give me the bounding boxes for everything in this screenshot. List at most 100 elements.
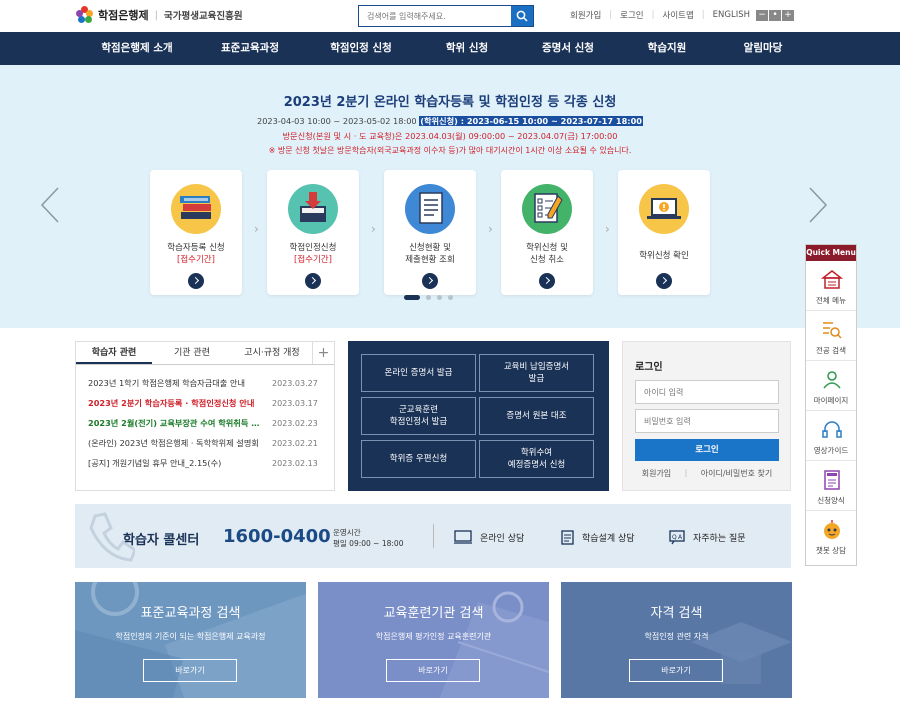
card-learner-registration[interactable]: 학습자등록 신청 [접수기간]	[150, 170, 242, 295]
quick-all-menu[interactable]: 전체 메뉴	[806, 261, 856, 311]
zoom-controls: − • +	[756, 9, 795, 21]
find-account-link[interactable]: 아이디/비밀번호 찾기	[701, 468, 772, 479]
login-title: 로그인	[635, 362, 663, 373]
slider-dot[interactable]	[437, 295, 442, 300]
english-link[interactable]: ENGLISH	[713, 10, 750, 20]
diploma-mail-button[interactable]: 학위증 우편신청	[361, 440, 476, 478]
password-input[interactable]	[635, 409, 779, 433]
faq-link[interactable]: QA 자주하는 질문	[669, 530, 746, 545]
nav-item-degree[interactable]: 학위 신청	[417, 32, 517, 65]
call-center-number: 1600-0400	[223, 526, 331, 547]
card-label-line1: 학위신청 및	[526, 243, 568, 253]
login-button[interactable]: 로그인	[635, 439, 779, 461]
faq-icon: QA	[669, 530, 685, 545]
notice-title[interactable]: (온라인) 2023년 학점은행제 · 독학학위제 설명회	[88, 437, 264, 449]
card-go-icon[interactable]	[539, 273, 555, 289]
tuition-certificate-button[interactable]: 교육비 납입증명서 발급	[479, 354, 594, 392]
notice-row[interactable]: 2023년 2월(전기) 교육부장관 수여 학위취득 안내 2023.02.23	[76, 413, 334, 433]
card-label: 학점인정신청 [접수기간]	[267, 242, 359, 266]
notice-title[interactable]: 2023년 2월(전기) 교육부장관 수여 학위취득 안내	[88, 417, 264, 429]
slider-dot[interactable]	[448, 295, 453, 300]
zoom-in-button[interactable]: +	[782, 9, 795, 21]
quick-item-label: 챗봇 상담	[816, 546, 846, 555]
slider-prev-icon[interactable]	[40, 187, 60, 223]
military-credit-button[interactable]: 군교육훈련 학점인정서 발급	[361, 397, 476, 435]
notice-title[interactable]: [공지] 개원기념일 휴무 안내_2.15(수)	[88, 457, 264, 469]
nav-item-certificate[interactable]: 증명서 신청	[517, 32, 619, 65]
call-center-bar: 학습자 콜센터 1600-0400 운영시간 평일 09:00 ~ 18:00 …	[75, 504, 791, 568]
notice-row[interactable]: (온라인) 2023년 학점은행제 · 독학학위제 설명회 2023.02.21	[76, 433, 334, 453]
list-search-icon	[823, 322, 842, 339]
nav-item-credit-recognition[interactable]: 학점인정 신청	[305, 32, 417, 65]
site-logo[interactable]: 학점은행제 | 국가평생교육진흥원	[76, 6, 243, 24]
search-box	[358, 5, 534, 27]
go-button[interactable]: 바로가기	[386, 659, 480, 682]
go-button[interactable]: 바로가기	[143, 659, 237, 682]
zoom-reset-button[interactable]: •	[769, 9, 782, 21]
logo-flower-icon	[76, 6, 94, 24]
notice-row[interactable]: 2023년 2분기 학습자등록 · 학점인정신청 안내 2023.03.17	[76, 393, 334, 413]
signup-link[interactable]: 회원가입	[642, 468, 671, 479]
quick-video-guide[interactable]: 영상가이드	[806, 411, 856, 461]
notice-title[interactable]: 2023년 2분기 학습자등록 · 학점인정신청 안내	[88, 397, 264, 409]
hero-title: 2023년 2분기 온라인 학습자등록 및 학점인정 등 각종 신청	[283, 95, 617, 110]
hero-period-text: 2023-04-03 10:00 ~ 2023-05-02 18:00	[257, 116, 417, 126]
card-label: 학위신청 확인	[618, 250, 710, 262]
tab-regulation[interactable]: 고시·규정 개정	[232, 342, 312, 364]
tab-learner[interactable]: 학습자 관련	[76, 342, 152, 364]
slider-dot-active[interactable]	[404, 295, 420, 300]
notice-title[interactable]: 2023년 1학기 학점은행제 학습자금대출 안내	[88, 377, 264, 389]
sitemap-link[interactable]: 사이트맵	[663, 9, 694, 21]
card-degree-confirm[interactable]: 학위신청 확인	[618, 170, 710, 295]
box-subtitle: 학점은행제 평가인정 교육훈련기관	[375, 632, 492, 641]
card-go-icon[interactable]	[305, 273, 321, 289]
notice-row[interactable]: 2023년 1학기 학점은행제 학습자금대출 안내 2023.03.27	[76, 373, 334, 393]
document-list-icon	[561, 530, 574, 545]
card-credit-application[interactable]: 학점인정신청 [접수기간]	[267, 170, 359, 295]
nav-item-standard-course[interactable]: 표준교육과정	[195, 32, 305, 65]
notice-more-button[interactable]: +	[312, 342, 334, 364]
expected-degree-button[interactable]: 학위수여 예정증명서 신청	[479, 440, 594, 478]
zoom-out-button[interactable]: −	[756, 9, 769, 21]
slider-next-icon[interactable]	[808, 187, 828, 223]
standard-course-search-box: 표준교육과정 검색 학점인정의 기준이 되는 학점은행제 교육과정 바로가기	[75, 582, 306, 698]
quick-item-label: 전공 검색	[816, 346, 846, 355]
study-plan-consult-link[interactable]: 학습설계 상담	[561, 530, 635, 545]
cert-btn-label: 온라인 증명서 발급	[384, 368, 453, 378]
nav-item-learning-support[interactable]: 학습지원	[619, 32, 715, 65]
card-degree-application[interactable]: 학위신청 및 신청 취소	[501, 170, 593, 295]
original-verify-button[interactable]: 증명서 원본 대조	[479, 397, 594, 435]
logo-subtitle: 국가평생교육진흥원	[163, 11, 243, 22]
search-input[interactable]	[359, 6, 511, 26]
card-go-icon[interactable]	[656, 273, 672, 289]
login-link[interactable]: 로그인	[620, 9, 643, 21]
quick-chatbot[interactable]: 챗봇 상담	[806, 511, 856, 561]
search-button[interactable]	[511, 6, 533, 26]
cert-btn-label: 발급	[528, 374, 545, 384]
quick-menu-title: Quick Menu	[806, 245, 856, 261]
cert-btn-label: 증명서 원본 대조	[506, 411, 567, 421]
go-button[interactable]: 바로가기	[629, 659, 723, 682]
hero-banner: 2023년 2분기 온라인 학습자등록 및 학점인정 등 각종 신청 2023-…	[0, 65, 900, 328]
online-certificate-button[interactable]: 온라인 증명서 발급	[361, 354, 476, 392]
box-title: 교육훈련기관 검색	[383, 606, 484, 621]
nav-item-notice[interactable]: 알림마당	[715, 32, 811, 65]
signup-link[interactable]: 회원가입	[570, 9, 601, 21]
card-go-icon[interactable]	[422, 273, 438, 289]
headset-icon	[822, 421, 842, 438]
quick-application-forms[interactable]: 신청양식	[806, 461, 856, 511]
cert-btn-label: 학위수여	[520, 448, 553, 458]
nav-item-intro[interactable]: 학점은행제 소개	[79, 32, 195, 65]
institution-search-box: 교육훈련기관 검색 학점은행제 평가인정 교육훈련기관 바로가기	[318, 582, 549, 698]
id-input[interactable]	[635, 380, 779, 404]
quick-mypage[interactable]: 마이페이지	[806, 361, 856, 411]
notice-row[interactable]: [공지] 개원기념일 휴무 안내_2.15(수) 2023.02.13	[76, 453, 334, 473]
card-go-icon[interactable]	[188, 273, 204, 289]
quick-major-search[interactable]: 전공 검색	[806, 311, 856, 361]
slider-dot[interactable]	[426, 295, 431, 300]
util-separator: |	[701, 10, 705, 20]
tab-institution[interactable]: 기관 관련	[152, 342, 232, 364]
online-consult-link[interactable]: 온라인 상담	[454, 530, 524, 544]
card-status-inquiry[interactable]: 신청현황 및 제출현황 조회	[384, 170, 476, 295]
cert-btn-label: 학위증 우편신청	[389, 454, 448, 464]
